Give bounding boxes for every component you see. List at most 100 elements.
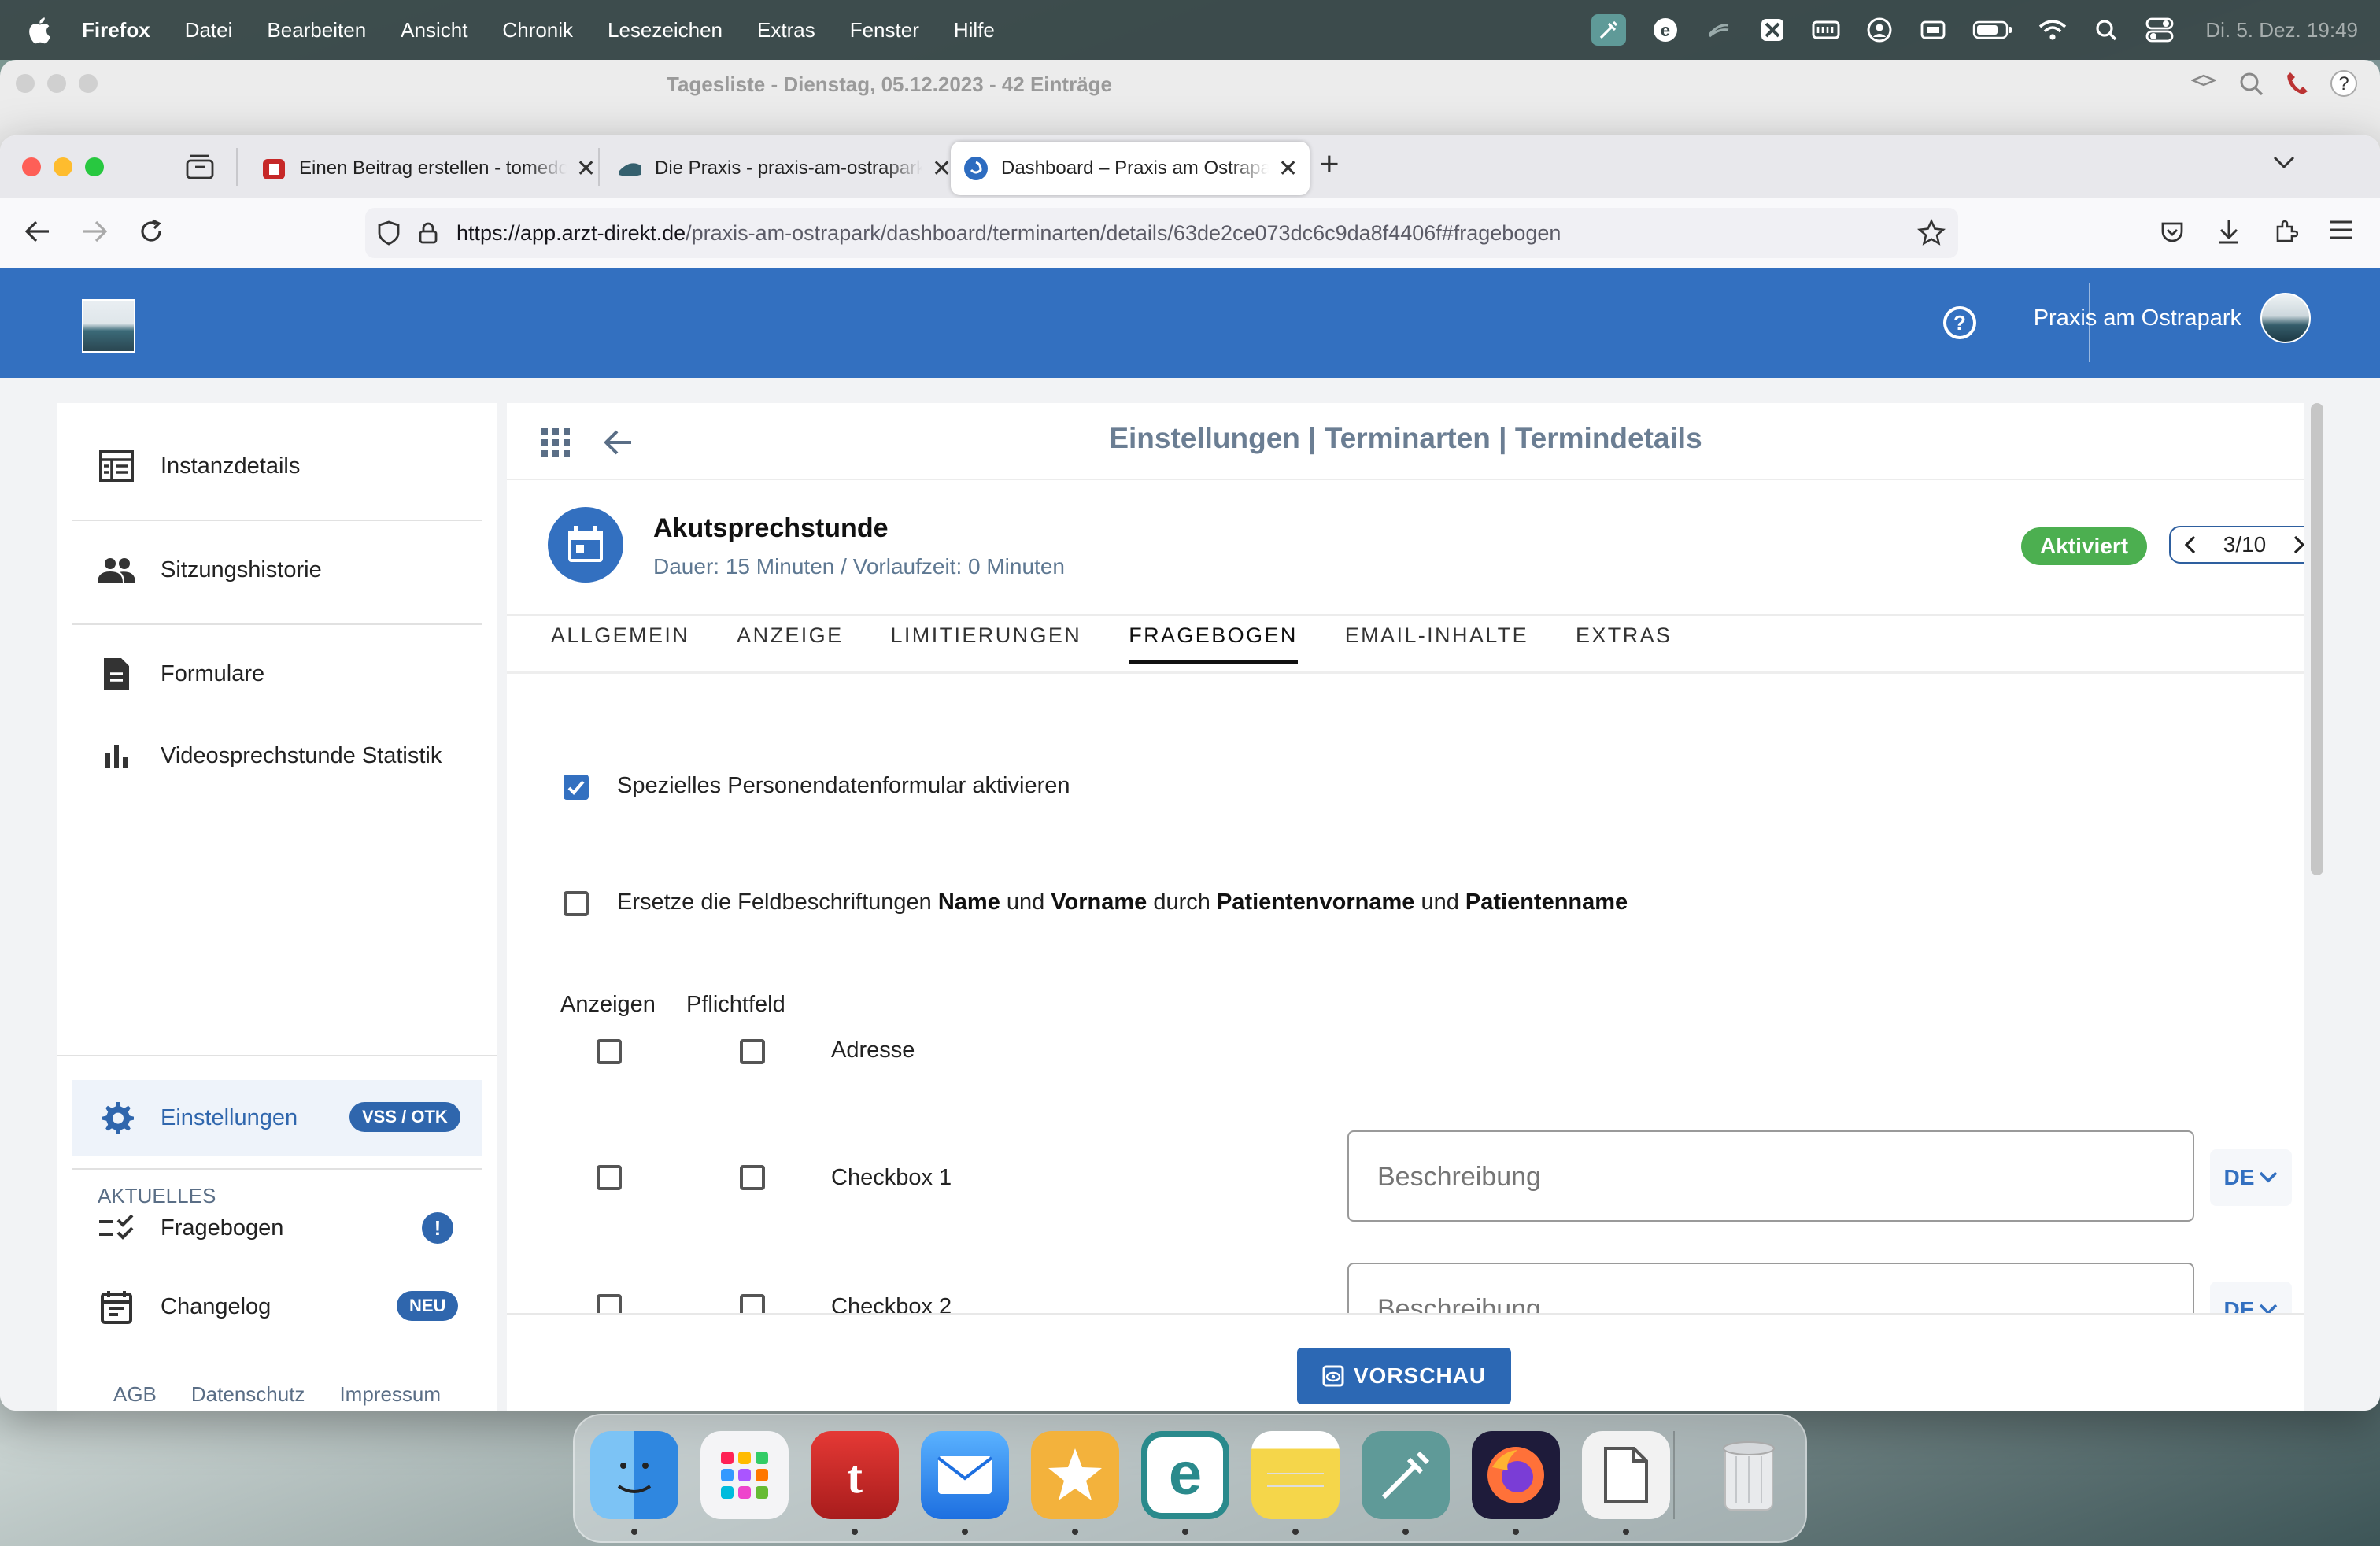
- changelog-new-badge: NEU: [397, 1291, 459, 1321]
- shield-icon[interactable]: [378, 220, 400, 246]
- lock-icon[interactable]: [419, 222, 438, 244]
- control-center-icon[interactable]: [2145, 16, 2174, 44]
- bookmark-star-icon[interactable]: [1917, 219, 1946, 247]
- browser-tab-dashboard[interactable]: Dashboard – Praxis am Ostrapark ✕: [951, 142, 1310, 195]
- tab-limitierungen[interactable]: LIMITIERUNGEN: [890, 623, 1081, 664]
- apple-menu-icon[interactable]: [28, 16, 60, 44]
- document-dock-icon[interactable]: [1582, 1431, 1670, 1519]
- phone-icon[interactable]: [2286, 71, 2308, 96]
- forward-arrow-icon[interactable]: [82, 220, 107, 242]
- keyboard-status-icon[interactable]: [1812, 16, 1840, 44]
- agb-link[interactable]: AGB: [113, 1382, 157, 1407]
- tab-allgemein[interactable]: ALLGEMEIN: [551, 623, 689, 664]
- back-arrow-icon[interactable]: [25, 220, 50, 242]
- minimize-window-button[interactable]: [54, 157, 72, 176]
- reload-icon[interactable]: [139, 219, 164, 244]
- xmark-status-icon[interactable]: [1758, 16, 1787, 44]
- menu-app-firefox[interactable]: Firefox: [82, 18, 150, 43]
- eset-dock-icon[interactable]: e: [1141, 1431, 1229, 1519]
- tomedo-dock-icon[interactable]: t: [811, 1431, 899, 1519]
- browser-tab-tomedo[interactable]: Einen Beitrag erstellen - tomedo ✕: [249, 142, 604, 195]
- menu-ansicht[interactable]: Ansicht: [401, 18, 468, 43]
- required-checkbox1-checkbox[interactable]: [740, 1165, 765, 1190]
- browser-tab-praxis[interactable]: Die Praxis - praxis-am-ostrapark ✕: [604, 142, 960, 195]
- menu-bearbeiten[interactable]: Bearbeiten: [267, 18, 366, 43]
- eset-status-icon[interactable]: e: [1651, 16, 1680, 44]
- replace-labels-checkbox[interactable]: [564, 891, 589, 916]
- hamburger-menu-icon[interactable]: [2330, 220, 2352, 239]
- help-circle-icon[interactable]: ?: [1942, 305, 1977, 340]
- show-adresse-checkbox[interactable]: [597, 1039, 622, 1064]
- eye-icon: [1322, 1365, 1344, 1387]
- tab-email-inhalte[interactable]: EMAIL-INHALTE: [1345, 623, 1528, 664]
- star-app-dock-icon[interactable]: [1031, 1431, 1119, 1519]
- menu-lesezeichen[interactable]: Lesezeichen: [608, 18, 722, 43]
- special-personal-data-checkbox[interactable]: [564, 775, 589, 800]
- status-badge[interactable]: Aktiviert: [2021, 527, 2148, 565]
- zoom-window-button[interactable]: [85, 157, 104, 176]
- wifi-icon[interactable]: [2038, 16, 2067, 44]
- praxis-favicon: [617, 156, 642, 181]
- list-all-tabs-icon[interactable]: [2273, 154, 2295, 170]
- tab-fragebogen[interactable]: FRAGEBOGEN: [1129, 623, 1298, 664]
- spotlight-search-icon[interactable]: [2092, 16, 2120, 44]
- menubar-clock[interactable]: Di. 5. Dez. 19:49: [2205, 18, 2358, 43]
- impressum-link[interactable]: Impressum: [339, 1382, 441, 1407]
- chevron-right-icon[interactable]: [2293, 535, 2304, 554]
- datenschutz-link[interactable]: Datenschutz: [191, 1382, 305, 1407]
- description-input[interactable]: [1374, 1160, 2168, 1194]
- practice-logo[interactable]: [82, 299, 135, 353]
- trash-dock-icon[interactable]: [1705, 1431, 1793, 1519]
- menu-datei[interactable]: Datei: [185, 18, 233, 43]
- show-checkbox1-checkbox[interactable]: [597, 1165, 622, 1190]
- sidebar-item-videosprechstunde-statistik[interactable]: Videosprechstunde Statistik: [98, 737, 442, 775]
- language-select-checkbox1[interactable]: DE: [2210, 1149, 2292, 1206]
- tab-close-icon[interactable]: ✕: [1278, 155, 1298, 183]
- extensions-icon[interactable]: [2273, 219, 2298, 244]
- dock-separator: [1673, 1431, 1675, 1519]
- menu-fenster[interactable]: Fenster: [850, 18, 919, 43]
- menu-hilfe[interactable]: Hilfe: [954, 18, 995, 43]
- tab-overview-icon[interactable]: [186, 154, 214, 179]
- firefox-dock-icon[interactable]: [1472, 1431, 1560, 1519]
- search-icon[interactable]: [2238, 71, 2264, 96]
- description-field-checkbox1[interactable]: [1347, 1130, 2194, 1222]
- sidebar-item-fragebogen[interactable]: Fragebogen: [98, 1209, 283, 1247]
- battery-icon[interactable]: [1972, 16, 2013, 44]
- page-scrollbar[interactable]: [2311, 403, 2323, 1411]
- help-icon[interactable]: ?: [2330, 69, 2358, 98]
- sidebar-item-sitzungshistorie[interactable]: Sitzungshistorie: [98, 551, 322, 589]
- notes-dock-icon[interactable]: [1251, 1431, 1340, 1519]
- pocket-icon[interactable]: [2160, 219, 2185, 244]
- required-adresse-checkbox[interactable]: [740, 1039, 765, 1064]
- url-bar[interactable]: https://app.arzt-direkt.de/praxis-am-ost…: [365, 208, 1958, 258]
- tab-extras[interactable]: EXTRAS: [1576, 623, 1672, 664]
- user-status-icon[interactable]: [1865, 16, 1894, 44]
- scrollbar-thumb[interactable]: [2311, 403, 2323, 875]
- tab-anzeige[interactable]: ANZEIGE: [737, 623, 843, 664]
- display-status-icon[interactable]: [1919, 16, 1947, 44]
- downloads-icon[interactable]: [2216, 219, 2241, 244]
- graduation-cap-icon[interactable]: [2191, 72, 2216, 94]
- syringe-status-icon[interactable]: [1591, 14, 1627, 46]
- sidebar-item-formulare[interactable]: Formulare: [98, 655, 264, 693]
- launchpad-dock-icon[interactable]: [700, 1431, 789, 1519]
- tab-label: Einen Beitrag erstellen - tomedo: [299, 157, 567, 179]
- sidebar-item-changelog[interactable]: Changelog: [98, 1288, 271, 1326]
- sync-status-icon[interactable]: [1705, 16, 1733, 44]
- syringe-dock-icon[interactable]: [1362, 1431, 1450, 1519]
- tab-close-icon[interactable]: ✕: [576, 155, 596, 183]
- sidebar-item-einstellungen[interactable]: Einstellungen VSS / OTK: [72, 1080, 482, 1156]
- tab-close-icon[interactable]: ✕: [932, 155, 952, 183]
- close-window-button[interactable]: [22, 157, 41, 176]
- new-tab-icon[interactable]: +: [1319, 145, 1340, 184]
- practice-name[interactable]: Praxis am Ostrapark: [2034, 305, 2241, 331]
- menu-extras[interactable]: Extras: [757, 18, 815, 43]
- chevron-left-icon[interactable]: [2183, 535, 2196, 554]
- preview-button[interactable]: VORSCHAU: [1297, 1348, 1511, 1404]
- avatar[interactable]: [2260, 293, 2311, 343]
- finder-dock-icon[interactable]: [590, 1431, 678, 1519]
- mail-dock-icon[interactable]: [921, 1431, 1009, 1519]
- sidebar-item-instanzdetails[interactable]: Instanzdetails: [98, 447, 300, 485]
- menu-chronik[interactable]: Chronik: [502, 18, 573, 43]
